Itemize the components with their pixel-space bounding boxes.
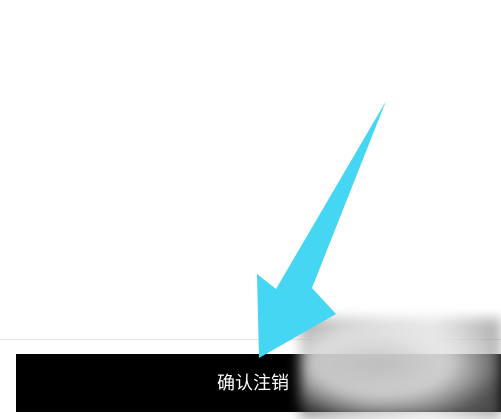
deactivate-confirm-screen: 确认注销 bbox=[0, 0, 501, 419]
blurred-region bbox=[300, 318, 501, 419]
confirm-deactivate-label: 确认注销 bbox=[217, 373, 289, 393]
